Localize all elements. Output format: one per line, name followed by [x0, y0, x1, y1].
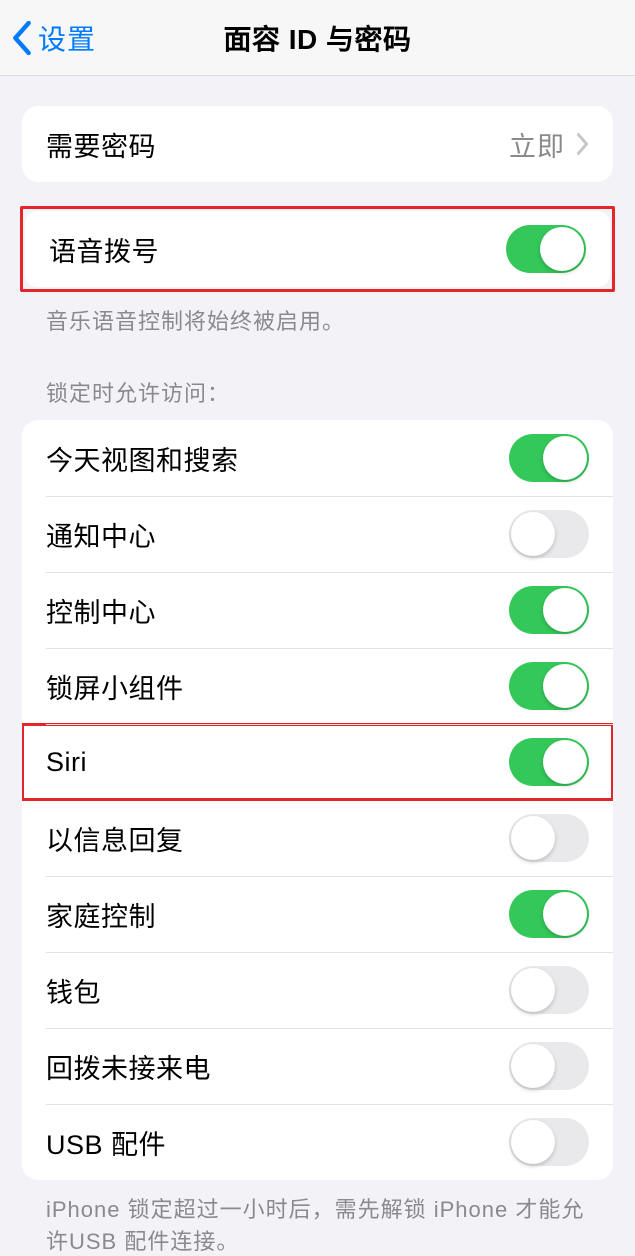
lock-access-row-usb-配件: USB 配件 [22, 1104, 613, 1180]
voice-dial-footer: 音乐语音控制将始终被启用。 [22, 292, 613, 336]
require-passcode-label: 需要密码 [46, 125, 156, 164]
lock-access-label: USB 配件 [46, 1123, 166, 1162]
lock-access-label: 钱包 [46, 971, 101, 1010]
lock-access-toggle-siri[interactable] [509, 738, 589, 786]
require-passcode-value: 立即 [509, 125, 565, 164]
voice-dial-highlight: 语音拨号 [20, 206, 615, 292]
lock-access-toggle-今天视图和搜索[interactable] [509, 434, 589, 482]
lock-access-row-钱包: 钱包 [22, 952, 613, 1028]
lock-access-row-以信息回复: 以信息回复 [22, 800, 613, 876]
lock-access-toggle-以信息回复[interactable] [509, 814, 589, 862]
voice-dial-row: 语音拨号 [25, 211, 610, 287]
lock-access-toggle-钱包[interactable] [509, 966, 589, 1014]
lock-access-toggle-锁屏小组件[interactable] [509, 662, 589, 710]
lock-access-group: 今天视图和搜索通知中心控制中心锁屏小组件 Siri 以信息回复家庭控制钱包回拨未接来… [22, 420, 613, 1180]
lock-access-toggle-家庭控制[interactable] [509, 890, 589, 938]
voice-dial-toggle[interactable] [506, 225, 586, 273]
lock-access-label: 家庭控制 [46, 895, 156, 934]
lock-access-toggle-回拨未接来电[interactable] [509, 1042, 589, 1090]
lock-access-toggle-usb-配件[interactable] [509, 1118, 589, 1166]
lock-access-row-回拨未接来电: 回拨未接来电 [22, 1028, 613, 1104]
back-button[interactable]: 设置 [0, 18, 96, 58]
lock-access-label: 今天视图和搜索 [46, 439, 239, 478]
lock-access-label: 锁屏小组件 [46, 667, 184, 706]
lock-access-row-家庭控制: 家庭控制 [22, 876, 613, 952]
lock-access-label: 回拨未接来电 [46, 1047, 211, 1086]
lock-access-footer: iPhone 锁定超过一小时后，需先解锁 iPhone 才能允许USB 配件连接… [22, 1180, 613, 1256]
lock-access-label: Siri [46, 747, 87, 778]
page-title: 面容 ID 与密码 [223, 18, 411, 58]
lock-access-row-通知中心: 通知中心 [22, 496, 613, 572]
lock-access-toggle-控制中心[interactable] [509, 586, 589, 634]
require-passcode-row[interactable]: 需要密码 立即 [22, 106, 613, 182]
back-label: 设置 [38, 18, 96, 58]
lock-access-row-siri: Siri [22, 724, 613, 800]
navbar: 设置 面容 ID 与密码 [0, 0, 635, 76]
lock-access-row-今天视图和搜索: 今天视图和搜索 [22, 420, 613, 496]
lock-access-row-锁屏小组件: 锁屏小组件 [22, 648, 613, 724]
lock-access-row-控制中心: 控制中心 [22, 572, 613, 648]
chevron-right-icon [577, 133, 589, 155]
voice-dial-label: 语音拨号 [49, 230, 159, 269]
lock-access-label: 以信息回复 [46, 819, 184, 858]
lock-access-header: 锁定时允许访问： [22, 336, 613, 420]
chevron-left-icon [12, 21, 32, 55]
require-passcode-group: 需要密码 立即 [22, 106, 613, 182]
lock-access-toggle-通知中心[interactable] [509, 510, 589, 558]
voice-dial-group: 语音拨号 [25, 211, 610, 287]
lock-access-label: 控制中心 [46, 591, 156, 630]
lock-access-label: 通知中心 [46, 515, 156, 554]
